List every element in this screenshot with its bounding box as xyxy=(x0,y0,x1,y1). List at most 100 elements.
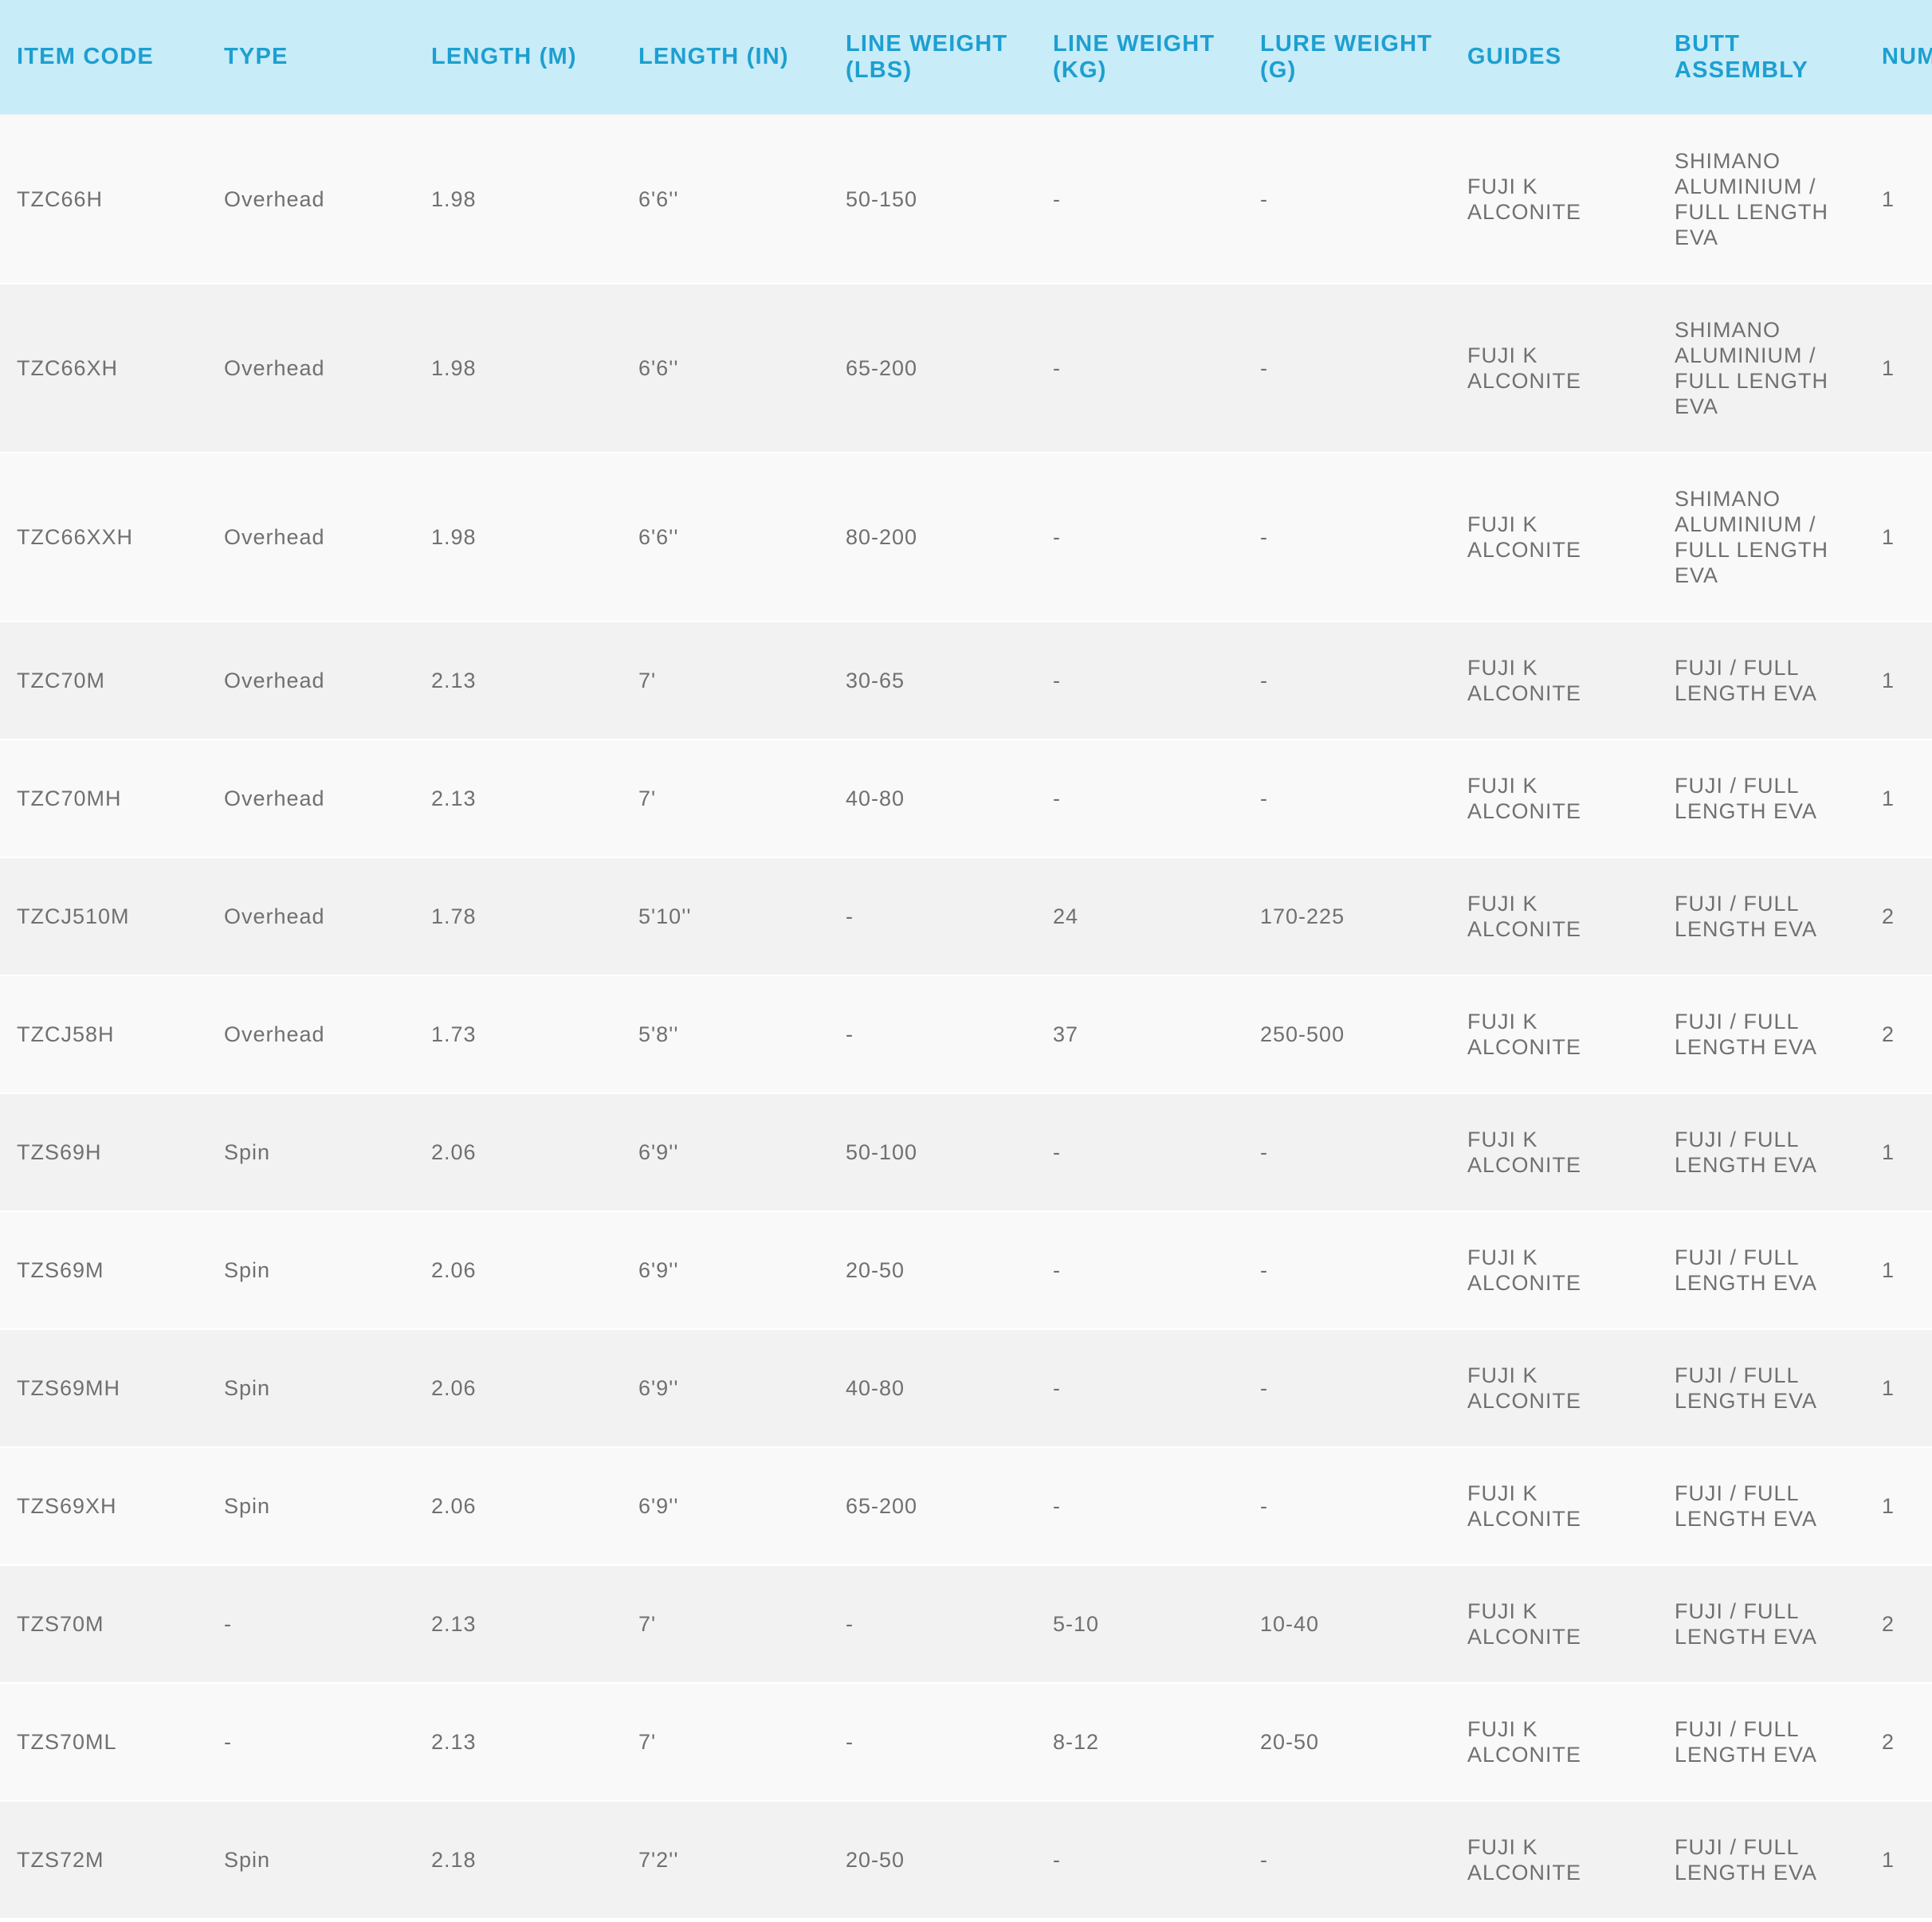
cell-length-m: 1.73 xyxy=(431,1022,477,1046)
cell-line-weight-lbs: 40-80 xyxy=(846,786,905,810)
cell-butt-assembly: FUJI / FULL LENGTH EVA xyxy=(1675,1599,1818,1649)
table-row: TZC66XXH Overhead 1.98 6'6'' 80-200 - - FUJI K … xyxy=(0,453,1932,622)
cell-length-m: 2.06 xyxy=(431,1140,477,1164)
cell-length-m: 2.13 xyxy=(431,1612,477,1636)
cell-length-m: 1.78 xyxy=(431,904,477,928)
cell-length-in: 7' xyxy=(638,786,657,810)
cell-length-in: 6'6'' xyxy=(638,187,679,211)
cell-lure-weight-g: - xyxy=(1260,669,1268,692)
cell-length-in: 6'9'' xyxy=(638,1494,679,1518)
header-length-in: LENGTH (IN) xyxy=(622,0,829,116)
cell-guides: FUJI K ALCONITE xyxy=(1467,1835,1582,1885)
cell-guides: FUJI K ALCONITE xyxy=(1467,512,1582,562)
table-row: TZS69XH Spin 2.06 6'9'' 65-200 - - FUJI K ALCON… xyxy=(0,1447,1932,1565)
cell-num-sections: 1 xyxy=(1882,786,1895,810)
cell-type: Spin xyxy=(224,1494,271,1518)
header-lure-weight-g: LURE WEIGHT (G) xyxy=(1243,0,1451,116)
cell-num-sections: 2 xyxy=(1882,904,1895,928)
cell-length-in: 6'6'' xyxy=(638,525,679,549)
table-row: TZC66XH Overhead 1.98 6'6'' 65-200 - - FUJI K A… xyxy=(0,284,1932,453)
table-header: ITEM CODE TYPE LENGTH (M) LENGTH (IN) LI… xyxy=(0,0,1932,116)
cell-line-weight-kg: 37 xyxy=(1053,1022,1079,1046)
cell-length-in: 7' xyxy=(638,1612,657,1636)
cell-length-m: 1.98 xyxy=(431,356,477,380)
cell-type: - xyxy=(224,1612,232,1636)
table-row: TZS70M - 2.13 7' - 5-10 10-40 FUJI K ALCONITE FU… xyxy=(0,1565,1932,1683)
cell-guides: FUJI K ALCONITE xyxy=(1467,175,1582,224)
cell-item-code: TZS69XH xyxy=(17,1494,117,1518)
cell-butt-assembly: FUJI / FULL LENGTH EVA xyxy=(1675,1481,1818,1531)
table-viewport[interactable]: ITEM CODE TYPE LENGTH (M) LENGTH (IN) LI… xyxy=(0,0,1932,1922)
cell-line-weight-lbs: - xyxy=(846,1612,854,1636)
cell-line-weight-kg: - xyxy=(1053,669,1061,692)
cell-type: Overhead xyxy=(224,525,325,549)
cell-line-weight-kg: - xyxy=(1053,1376,1061,1400)
header-num-sections: NUM SEC xyxy=(1865,0,1932,116)
table-row: TZCJ510M Overhead 1.78 5'10'' - 24 170-225 FUJI… xyxy=(0,857,1932,975)
cell-butt-assembly: FUJI / FULL LENGTH EVA xyxy=(1675,1835,1818,1885)
cell-type: Overhead xyxy=(224,187,325,211)
cell-item-code: TZS70ML xyxy=(17,1730,117,1754)
cell-num-sections: 1 xyxy=(1882,525,1895,549)
cell-line-weight-lbs: 40-80 xyxy=(846,1376,905,1400)
cell-line-weight-kg: - xyxy=(1053,356,1061,380)
cell-length-in: 5'8'' xyxy=(638,1022,679,1046)
cell-length-m: 2.13 xyxy=(431,669,477,692)
cell-guides: FUJI K ALCONITE xyxy=(1467,774,1582,823)
header-item-code: ITEM CODE xyxy=(0,0,207,116)
cell-butt-assembly: SHIMANO ALUMINIUM / FULL LENGTH EVA xyxy=(1675,487,1829,587)
cell-length-in: 7'2'' xyxy=(638,1848,679,1872)
cell-guides: FUJI K ALCONITE xyxy=(1467,656,1582,705)
header-guides: GUIDES xyxy=(1451,0,1658,116)
cell-item-code: TZC66H xyxy=(17,187,104,211)
cell-line-weight-lbs: 20-50 xyxy=(846,1258,905,1282)
cell-guides: FUJI K ALCONITE xyxy=(1467,1010,1582,1059)
header-line-weight-lbs: LINE WEIGHT (LBS) xyxy=(829,0,1036,116)
cell-type: Overhead xyxy=(224,356,325,380)
cell-item-code: TZC66XXH xyxy=(17,525,134,549)
table-row: TZC66H Overhead 1.98 6'6'' 50-150 - - FUJI K AL… xyxy=(0,115,1932,284)
cell-length-m: 1.98 xyxy=(431,525,477,549)
table-row: TZC70M Overhead 2.13 7' 30-65 - - FUJI K ALCONI… xyxy=(0,622,1932,739)
cell-num-sections: 2 xyxy=(1882,1022,1895,1046)
cell-length-in: 6'9'' xyxy=(638,1258,679,1282)
cell-butt-assembly: FUJI / FULL LENGTH EVA xyxy=(1675,892,1818,941)
cell-length-m: 2.18 xyxy=(431,1848,477,1872)
cell-line-weight-kg: - xyxy=(1053,525,1061,549)
cell-line-weight-lbs: - xyxy=(846,1730,854,1754)
table-row: TZS69H Spin 2.06 6'9'' 50-100 - - FUJI K ALCONI… xyxy=(0,1093,1932,1211)
cell-length-m: 2.06 xyxy=(431,1376,477,1400)
cell-butt-assembly: FUJI / FULL LENGTH EVA xyxy=(1675,1717,1818,1767)
cell-item-code: TZC70MH xyxy=(17,786,122,810)
rod-spec-table: ITEM CODE TYPE LENGTH (M) LENGTH (IN) LI… xyxy=(0,0,1932,1920)
cell-guides: FUJI K ALCONITE xyxy=(1467,1481,1582,1531)
cell-type: Spin xyxy=(224,1848,271,1872)
cell-line-weight-kg: 5-10 xyxy=(1053,1612,1100,1636)
cell-lure-weight-g: - xyxy=(1260,1848,1268,1872)
cell-item-code: TZCJ510M xyxy=(17,904,130,928)
cell-length-m: 2.13 xyxy=(431,786,477,810)
cell-type: Overhead xyxy=(224,669,325,692)
cell-line-weight-lbs: 50-150 xyxy=(846,187,918,211)
cell-length-in: 7' xyxy=(638,669,657,692)
cell-line-weight-kg: - xyxy=(1053,786,1061,810)
cell-type: Overhead xyxy=(224,904,325,928)
cell-line-weight-lbs: - xyxy=(846,904,854,928)
cell-lure-weight-g: - xyxy=(1260,1376,1268,1400)
cell-num-sections: 1 xyxy=(1882,669,1895,692)
cell-line-weight-kg: - xyxy=(1053,1258,1061,1282)
cell-type: Spin xyxy=(224,1140,271,1164)
table-row: TZCJ58H Overhead 1.73 5'8'' - 37 250-500 FUJI K… xyxy=(0,975,1932,1093)
cell-guides: FUJI K ALCONITE xyxy=(1467,1363,1582,1413)
table-body: TZC66H Overhead 1.98 6'6'' 50-150 - - FUJI K AL… xyxy=(0,115,1932,1919)
cell-lure-weight-g: 250-500 xyxy=(1260,1022,1345,1046)
cell-length-in: 6'6'' xyxy=(638,356,679,380)
cell-lure-weight-g: 20-50 xyxy=(1260,1730,1320,1754)
table-row: TZS72M Spin 2.18 7'2'' 20-50 - - FUJI K ALCONIT… xyxy=(0,1801,1932,1919)
cell-num-sections: 1 xyxy=(1882,356,1895,380)
cell-num-sections: 2 xyxy=(1882,1730,1895,1754)
cell-lure-weight-g: - xyxy=(1260,786,1268,810)
cell-item-code: TZS70M xyxy=(17,1612,104,1636)
cell-num-sections: 1 xyxy=(1882,187,1895,211)
cell-butt-assembly: FUJI / FULL LENGTH EVA xyxy=(1675,774,1818,823)
